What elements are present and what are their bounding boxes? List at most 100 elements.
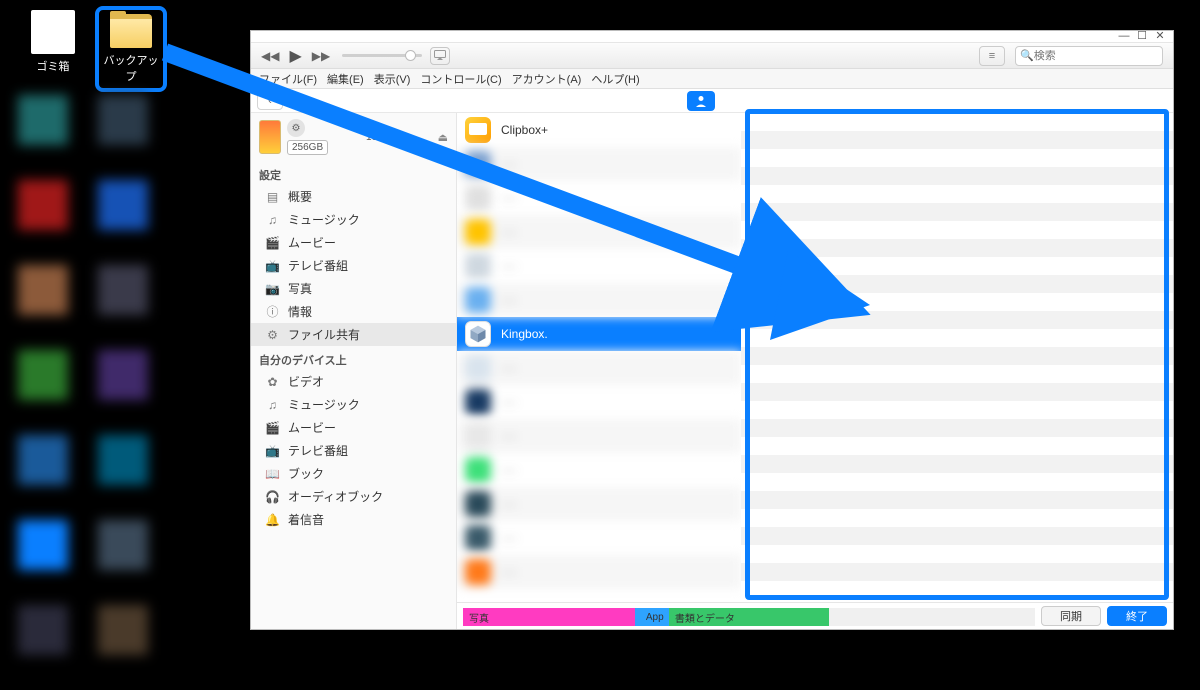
sidebar-item-label: ファイル共有 — [288, 326, 360, 343]
desktop-icon-blur — [98, 605, 148, 655]
app-label: ···· — [501, 463, 517, 477]
app-row[interactable]: ···· — [457, 521, 741, 555]
menu-help[interactable]: ヘルプ(H) — [591, 71, 639, 87]
desktop-icon-blur — [18, 95, 68, 145]
file-row — [741, 203, 1173, 221]
sidebar-item-movies[interactable]: 🎬ムービー — [251, 231, 456, 254]
app-row[interactable]: ···· — [457, 249, 741, 283]
device-thumbnail — [259, 120, 281, 154]
sidebar-item-books[interactable]: 📖ブック — [251, 462, 456, 485]
search-field[interactable]: 🔍 — [1015, 46, 1163, 66]
volume-slider-thumb[interactable] — [405, 50, 416, 61]
gear-icon[interactable]: ⚙ — [287, 119, 305, 137]
sidebar-group-settings: 設定 — [251, 161, 456, 185]
back-button[interactable]: ‹ — [257, 92, 283, 110]
menu-edit[interactable]: 編集(E) — [327, 71, 364, 87]
person-icon — [694, 94, 708, 108]
prev-track-button[interactable]: ◀◀ — [261, 49, 279, 63]
app-row-clipbox[interactable]: Clipbox+ — [457, 113, 741, 147]
app-label: Clipbox+ — [501, 123, 548, 137]
desktop-icon-blur — [18, 605, 68, 655]
app-row[interactable]: ···· — [457, 351, 741, 385]
app-row[interactable]: ···· — [457, 147, 741, 181]
sidebar-item-audiobook[interactable]: 🎧オーディオブック — [251, 485, 456, 508]
volume-slider[interactable] — [342, 54, 422, 57]
itunes-window: — ☐ ✕ ◀◀ ▶ ▶▶ ≡ 🔍 — [250, 30, 1174, 630]
recycle-bin[interactable]: ゴミ箱 — [18, 10, 88, 74]
search-icon: 🔍 — [1020, 49, 1034, 62]
desktop-icon-blur — [18, 435, 68, 485]
app-row[interactable]: ···· — [457, 215, 741, 249]
app-label: ···· — [501, 395, 517, 409]
sidebar-item-photos[interactable]: 📷写真 — [251, 277, 456, 300]
file-row — [741, 545, 1173, 563]
app-row[interactable]: ···· — [457, 487, 741, 521]
app-row-kingbox[interactable]: Kingbox. — [457, 317, 741, 351]
folder-icon — [110, 14, 152, 48]
menu-file[interactable]: ファイル(F) — [259, 71, 317, 87]
app-icon — [465, 423, 491, 449]
headphone-icon: 🎧 — [265, 490, 280, 504]
sidebar-item-video[interactable]: ✿ビデオ — [251, 370, 456, 393]
window-maximize[interactable]: ☐ — [1135, 30, 1149, 44]
eject-button[interactable]: ⏏ — [438, 131, 448, 144]
battery-text: 100% ▮ — [366, 132, 400, 143]
app-icon — [465, 287, 491, 313]
file-row — [741, 329, 1173, 347]
play-button[interactable]: ▶ — [289, 46, 301, 66]
desktop-icon-blur — [18, 350, 68, 400]
sidebar-item-summary[interactable]: ▤概要 — [251, 185, 456, 208]
app-row[interactable]: ···· — [457, 385, 741, 419]
app-icon — [465, 491, 491, 517]
summary-icon: ▤ — [265, 190, 280, 204]
search-input[interactable] — [1034, 50, 1158, 62]
desktop-icon-blur — [98, 350, 148, 400]
file-row — [741, 491, 1173, 509]
desktop-icon-blur — [98, 435, 148, 485]
app-icon — [465, 389, 491, 415]
backup-folder[interactable]: バックアップ — [95, 6, 167, 92]
file-row — [741, 419, 1173, 437]
account-chip[interactable] — [687, 91, 715, 111]
sidebar-item-music[interactable]: ♫ミュージック — [251, 208, 456, 231]
sidebar-item-ringtone[interactable]: 🔔着信音 — [251, 508, 456, 531]
sidebar-item-label: 着信音 — [288, 511, 324, 528]
sidebar-item-info[interactable]: ⓘ情報 — [251, 300, 456, 323]
window-minimize[interactable]: — — [1117, 30, 1131, 44]
file-row — [741, 527, 1173, 545]
file-row — [741, 167, 1173, 185]
usage-label: 書類とデータ — [675, 610, 735, 625]
airplay-button[interactable] — [430, 47, 450, 65]
app-row[interactable]: ···· — [457, 555, 741, 589]
sidebar-item-movies2[interactable]: 🎬ムービー — [251, 416, 456, 439]
desktop-icon-blur — [98, 95, 148, 145]
view-mode-button[interactable]: ≡ — [979, 46, 1005, 66]
menu-control[interactable]: コントロール(C) — [420, 71, 501, 87]
done-button[interactable]: 終了 — [1107, 606, 1167, 626]
sidebar-item-tv[interactable]: 📺テレビ番組 — [251, 254, 456, 277]
tv-icon: 📺 — [265, 444, 280, 458]
sidebar-item-file-sharing[interactable]: ⚙ファイル共有 — [251, 323, 456, 346]
app-icon — [465, 185, 491, 211]
next-track-button[interactable]: ▶▶ — [312, 49, 330, 63]
file-row — [741, 581, 1173, 599]
app-row[interactable]: ···· — [457, 453, 741, 487]
device-header: ⚙ 256GB 100% ▮ ⏏ — [251, 113, 456, 161]
movie-icon: 🎬 — [265, 236, 280, 250]
menu-view[interactable]: 表示(V) — [374, 71, 411, 87]
app-row[interactable]: ···· — [457, 419, 741, 453]
player-toolbar: ◀◀ ▶ ▶▶ ≡ 🔍 — [251, 43, 1173, 69]
menubar: ファイル(F) 編集(E) 表示(V) コントロール(C) アカウント(A) ヘ… — [251, 69, 1173, 89]
camera-icon: 📷 — [265, 282, 280, 296]
app-row[interactable]: ···· — [457, 283, 741, 317]
sync-button[interactable]: 同期 — [1041, 606, 1101, 626]
desktop-icon-blur — [18, 180, 68, 230]
sidebar-item-tv2[interactable]: 📺テレビ番組 — [251, 439, 456, 462]
usage-seg-free — [829, 608, 1035, 626]
file-row — [741, 257, 1173, 275]
window-close[interactable]: ✕ — [1153, 30, 1167, 44]
menu-account[interactable]: アカウント(A) — [512, 71, 582, 87]
file-drop-pane[interactable] — [741, 113, 1173, 602]
sidebar-item-music2[interactable]: ♫ミュージック — [251, 393, 456, 416]
app-row[interactable]: ···· — [457, 181, 741, 215]
